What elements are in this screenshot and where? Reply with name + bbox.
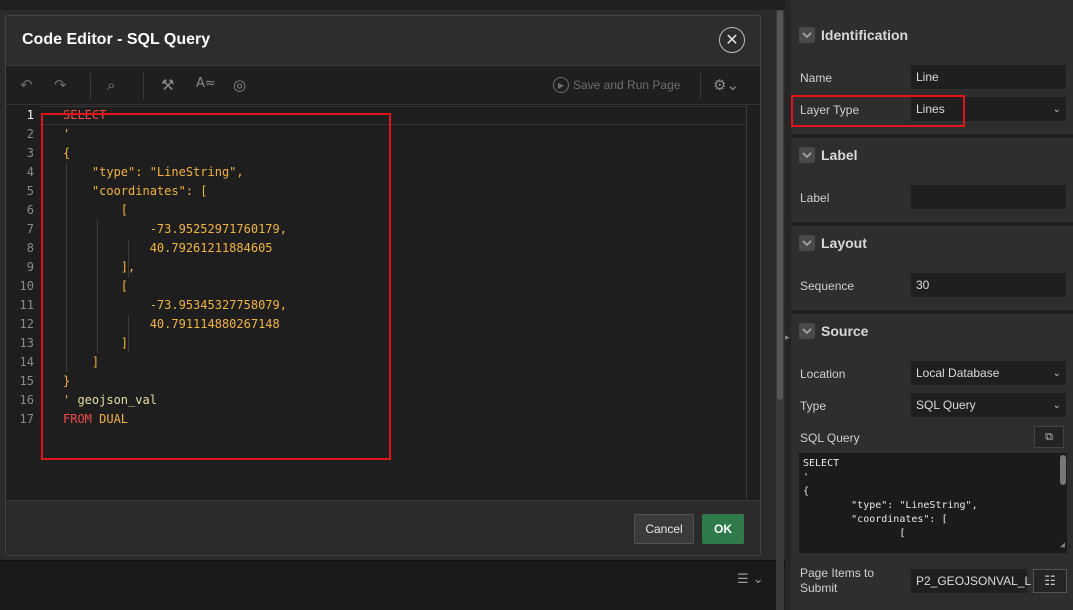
- type-label: Type: [800, 399, 827, 413]
- dialog-footer: Cancel OK: [6, 500, 760, 555]
- sequence-label: Sequence: [800, 279, 855, 293]
- gear-icon[interactable]: ⚙⌄: [713, 76, 739, 94]
- sql-preview-text: SELECT ' { "type": "LineString", "coordi…: [803, 458, 978, 539]
- chevron-down-icon: ⌄: [1052, 367, 1061, 379]
- toolbar-separator: [700, 73, 701, 99]
- page-items-label: Page Items to Submit: [800, 566, 875, 595]
- line-number: 16: [19, 393, 34, 407]
- toolbar-separator: [143, 73, 144, 99]
- type-value: SQL Query: [916, 398, 976, 412]
- line-number: 14: [19, 355, 34, 369]
- play-icon: ▶: [553, 77, 569, 93]
- close-icon: ✕: [725, 30, 739, 49]
- ok-button[interactable]: OK: [702, 514, 744, 544]
- property-editor: Identification Name Line Layer Type Line…: [791, 0, 1073, 610]
- chevron-down-icon: ⌄: [1052, 399, 1061, 411]
- sequence-field[interactable]: 30: [911, 273, 1066, 297]
- toolbar-separator: [90, 73, 91, 99]
- section-layout[interactable]: Layout: [799, 232, 867, 254]
- sql-query-label: SQL Query: [800, 431, 860, 445]
- section-title: Identification: [821, 27, 909, 43]
- textarea-scrollbar[interactable]: [1060, 455, 1066, 485]
- chevron-down-icon: [799, 27, 815, 43]
- type-select[interactable]: SQL Query ⌄: [911, 393, 1066, 417]
- label-field[interactable]: [911, 185, 1066, 209]
- editor-scrollbar[interactable]: [746, 106, 747, 500]
- cancel-button[interactable]: Cancel: [634, 514, 694, 544]
- menu-icon[interactable]: ☰ ⌄: [737, 572, 764, 587]
- save-and-run-label: Save and Run Page: [573, 78, 681, 92]
- line-number: 11: [19, 298, 34, 312]
- location-value: Local Database: [916, 366, 1000, 380]
- line-number: 2: [26, 127, 34, 141]
- undo-icon[interactable]: ↶: [20, 76, 33, 94]
- section-divider: [791, 310, 1073, 314]
- highlight-box-code: [41, 113, 391, 460]
- page-bottombar: [0, 560, 785, 610]
- name-value: Line: [916, 70, 939, 84]
- line-number: 6: [26, 203, 34, 217]
- validate-icon[interactable]: ◎: [233, 76, 246, 94]
- dialog-title: Code Editor - SQL Query: [22, 31, 211, 48]
- chevron-down-icon: [799, 147, 815, 163]
- dialog-header: Code Editor - SQL Query ✕: [6, 16, 760, 66]
- name-field[interactable]: Line: [911, 65, 1066, 89]
- line-number: 8: [26, 241, 34, 255]
- line-number-gutter: 1 2 3 4 5 6 7 8 9 10 11 12 13 14 15 16 17: [6, 106, 40, 500]
- save-and-run-button[interactable]: ▶ Save and Run Page: [553, 77, 680, 93]
- highlight-box-layer-type: [791, 95, 965, 127]
- section-title: Layout: [821, 235, 867, 251]
- code-editor[interactable]: 1 2 3 4 5 6 7 8 9 10 11 12 13 14 15 16 17 SELECT '{ "type…: [6, 106, 760, 500]
- page-scrollbar[interactable]: [776, 10, 784, 610]
- line-number: 7: [26, 222, 34, 236]
- line-number: 9: [26, 260, 34, 274]
- section-title: Source: [821, 323, 869, 339]
- chevron-down-icon: [799, 235, 815, 251]
- expand-icon: ⧉: [1045, 430, 1053, 443]
- editor-toolbar: ↶ ↷ ⌕ ⚒ A≈ ◎ ▶ Save and Run Page ⚙⌄: [6, 67, 760, 105]
- open-code-editor-button[interactable]: ⧉: [1034, 426, 1064, 448]
- page-items-value: P2_GEOJSONVAL_L: [916, 574, 1032, 588]
- section-divider: [791, 222, 1073, 226]
- line-number: 3: [26, 146, 34, 160]
- label-label: Label: [800, 191, 830, 205]
- line-number: 5: [26, 184, 34, 198]
- line-number: 17: [19, 412, 34, 426]
- scrollbar-thumb[interactable]: [777, 10, 783, 400]
- list-picker-button[interactable]: ☷: [1033, 569, 1067, 593]
- line-number: 12: [19, 317, 34, 331]
- line-number: 4: [26, 165, 34, 179]
- section-identification[interactable]: Identification: [799, 24, 908, 46]
- search-icon[interactable]: ⌕: [107, 76, 115, 94]
- list-icon: ☷: [1044, 573, 1056, 589]
- section-divider: [791, 134, 1073, 138]
- name-label: Name: [800, 71, 833, 85]
- line-number: 15: [19, 374, 34, 388]
- sequence-value: 30: [916, 278, 930, 292]
- section-title: Label: [821, 147, 858, 163]
- location-label: Location: [800, 367, 846, 381]
- line-number: 10: [19, 279, 34, 293]
- page-topbar: [0, 0, 785, 10]
- collapse-arrow-icon[interactable]: ▸: [785, 333, 790, 343]
- hammer-icon[interactable]: ⚒: [161, 76, 174, 94]
- redo-icon[interactable]: ↷: [54, 76, 67, 94]
- resize-handle-icon[interactable]: ◢: [1060, 538, 1065, 552]
- line-number: 1: [26, 108, 34, 122]
- page-items-field[interactable]: P2_GEOJSONVAL_L: [911, 569, 1031, 593]
- code-editor-dialog: Code Editor - SQL Query ✕ ↶ ↷ ⌕ ⚒ A≈ ◎ ▶…: [5, 15, 761, 556]
- chevron-down-icon: [799, 323, 815, 339]
- section-source[interactable]: Source: [799, 320, 868, 342]
- location-select[interactable]: Local Database ⌄: [911, 361, 1066, 385]
- autocomplete-icon[interactable]: A≈: [196, 76, 216, 91]
- chevron-down-icon: ⌄: [1052, 103, 1061, 115]
- section-label[interactable]: Label: [799, 144, 858, 166]
- sql-query-textarea[interactable]: SELECT ' { "type": "LineString", "coordi…: [799, 453, 1067, 553]
- line-number: 13: [19, 336, 34, 350]
- close-button[interactable]: ✕: [719, 27, 745, 53]
